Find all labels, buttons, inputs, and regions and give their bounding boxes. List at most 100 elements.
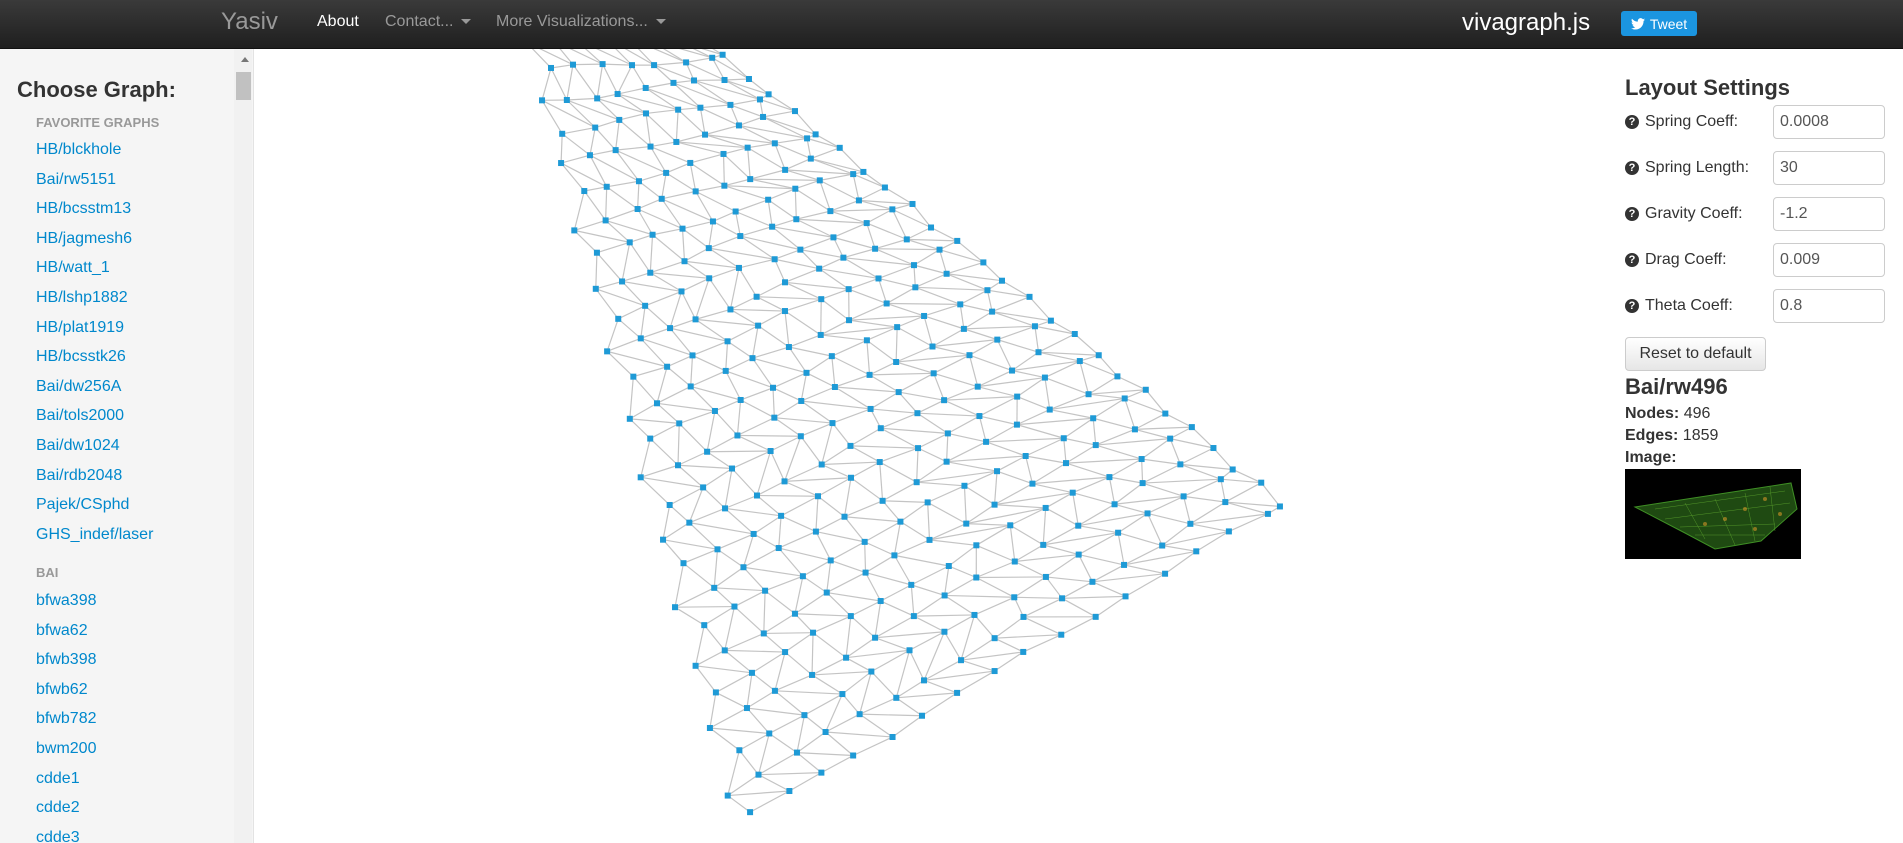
graph-node[interactable] — [736, 747, 743, 754]
graph-node[interactable] — [841, 513, 848, 520]
graph-node[interactable] — [643, 110, 650, 117]
graph-node[interactable] — [850, 752, 857, 759]
graph-node[interactable] — [1026, 293, 1033, 300]
graph-node[interactable] — [735, 122, 742, 129]
graph-node[interactable] — [928, 224, 935, 231]
graph-node[interactable] — [721, 77, 728, 84]
graph-node[interactable] — [973, 542, 980, 549]
graph-node[interactable] — [599, 61, 606, 68]
graph-node[interactable] — [592, 285, 599, 292]
scroll-up-arrow-icon[interactable] — [241, 57, 249, 62]
graph-node[interactable] — [814, 493, 821, 500]
graph-node[interactable] — [847, 474, 854, 481]
graph-node[interactable] — [1007, 522, 1014, 529]
graph-node[interactable] — [680, 560, 687, 567]
graph-node[interactable] — [1040, 541, 1047, 548]
graph-node[interactable] — [954, 689, 961, 696]
graph-node[interactable] — [1180, 493, 1187, 500]
nav-more-visualizations-dropdown[interactable]: More Visualizations... — [496, 13, 666, 31]
graph-node[interactable] — [626, 239, 633, 246]
graph-node[interactable] — [647, 143, 654, 150]
graph-node[interactable] — [630, 373, 637, 380]
graph-node[interactable] — [1229, 466, 1236, 473]
graph-node[interactable] — [634, 205, 641, 212]
graph-node[interactable] — [1121, 561, 1128, 568]
sidebar-graph-link[interactable]: bwm200 — [36, 740, 96, 758]
graph-node[interactable] — [929, 343, 936, 350]
sidebar-graph-link[interactable]: bfwb398 — [36, 651, 97, 669]
graph-node[interactable] — [687, 159, 694, 166]
sidebar-graph-link[interactable]: bfwb782 — [36, 710, 97, 728]
graph-node[interactable] — [1276, 503, 1283, 510]
help-question-icon[interactable]: ? — [1625, 253, 1639, 267]
setting-input[interactable] — [1773, 289, 1885, 323]
graph-node[interactable] — [749, 355, 756, 362]
graph-node[interactable] — [816, 177, 823, 184]
graph-node[interactable] — [829, 420, 836, 427]
graph-node[interactable] — [801, 712, 808, 719]
graph-node[interactable] — [799, 573, 806, 580]
graph-node[interactable] — [765, 91, 772, 98]
graph-node[interactable] — [1029, 480, 1036, 487]
sidebar-graph-link[interactable]: HB/lshp1882 — [36, 289, 128, 307]
graph-node[interactable] — [781, 478, 788, 485]
graph-node[interactable] — [1111, 501, 1118, 508]
graph-node[interactable] — [936, 246, 943, 253]
graph-node[interactable] — [941, 592, 948, 599]
graph-node[interactable] — [681, 258, 688, 265]
graph-node[interactable] — [782, 166, 789, 173]
graph-node[interactable] — [1106, 474, 1113, 481]
graph-node[interactable] — [1069, 489, 1076, 496]
sidebar-graph-link[interactable]: Bai/tols2000 — [36, 407, 124, 425]
graph-node[interactable] — [908, 581, 915, 588]
graph-node[interactable] — [603, 183, 610, 190]
sidebar-graph-link[interactable]: Pajek/CSphd — [36, 496, 129, 514]
graph-node[interactable] — [980, 259, 987, 266]
graph-node[interactable] — [943, 270, 950, 277]
graph-node[interactable] — [604, 348, 611, 355]
graph-node[interactable] — [847, 613, 854, 620]
graph-thumbnail-image[interactable] — [1625, 469, 1801, 559]
sidebar-graph-link[interactable]: HB/plat1919 — [36, 319, 124, 337]
graph-node[interactable] — [798, 397, 805, 404]
graph-node[interactable] — [706, 275, 713, 282]
graph-node[interactable] — [782, 649, 789, 656]
graph-node[interactable] — [1222, 499, 1229, 506]
sidebar-graph-link[interactable]: GHS_indef/laser — [36, 526, 153, 544]
graph-node[interactable] — [919, 712, 926, 719]
graph-node[interactable] — [876, 459, 883, 466]
graph-node[interactable] — [1020, 613, 1027, 620]
graph-node[interactable] — [711, 584, 718, 591]
graph-node[interactable] — [1258, 479, 1265, 486]
graph-node[interactable] — [1144, 510, 1151, 517]
graph-node[interactable] — [724, 792, 731, 799]
graph-node[interactable] — [558, 160, 565, 167]
graph-node[interactable] — [548, 64, 555, 71]
sidebar-graph-link[interactable]: Bai/dw256A — [36, 378, 121, 396]
graph-node[interactable] — [983, 438, 990, 445]
graph-node[interactable] — [941, 397, 948, 404]
graph-node[interactable] — [889, 206, 896, 213]
graph-node[interactable] — [592, 124, 599, 131]
graph-node[interactable] — [753, 492, 760, 499]
graph-node[interactable] — [755, 771, 762, 778]
graph-node[interactable] — [1264, 510, 1271, 517]
graph-node[interactable] — [866, 371, 873, 378]
graph-node[interactable] — [957, 301, 964, 308]
graph-node[interactable] — [843, 654, 850, 661]
graph-node[interactable] — [831, 384, 838, 391]
graph-node[interactable] — [836, 144, 843, 151]
graph-node[interactable] — [1092, 442, 1099, 449]
graph-node[interactable] — [1076, 358, 1083, 365]
graph-node[interactable] — [868, 668, 875, 675]
graph-node[interactable] — [830, 234, 837, 241]
graph-node[interactable] — [1089, 578, 1096, 585]
graph-node[interactable] — [778, 512, 785, 519]
graph-node[interactable] — [732, 208, 739, 215]
graph-node[interactable] — [672, 604, 679, 611]
graph-node[interactable] — [743, 705, 750, 712]
graph-node[interactable] — [894, 324, 901, 331]
graph-node[interactable] — [1009, 367, 1016, 374]
graph-node[interactable] — [1095, 352, 1102, 359]
graph-node[interactable] — [667, 325, 674, 332]
